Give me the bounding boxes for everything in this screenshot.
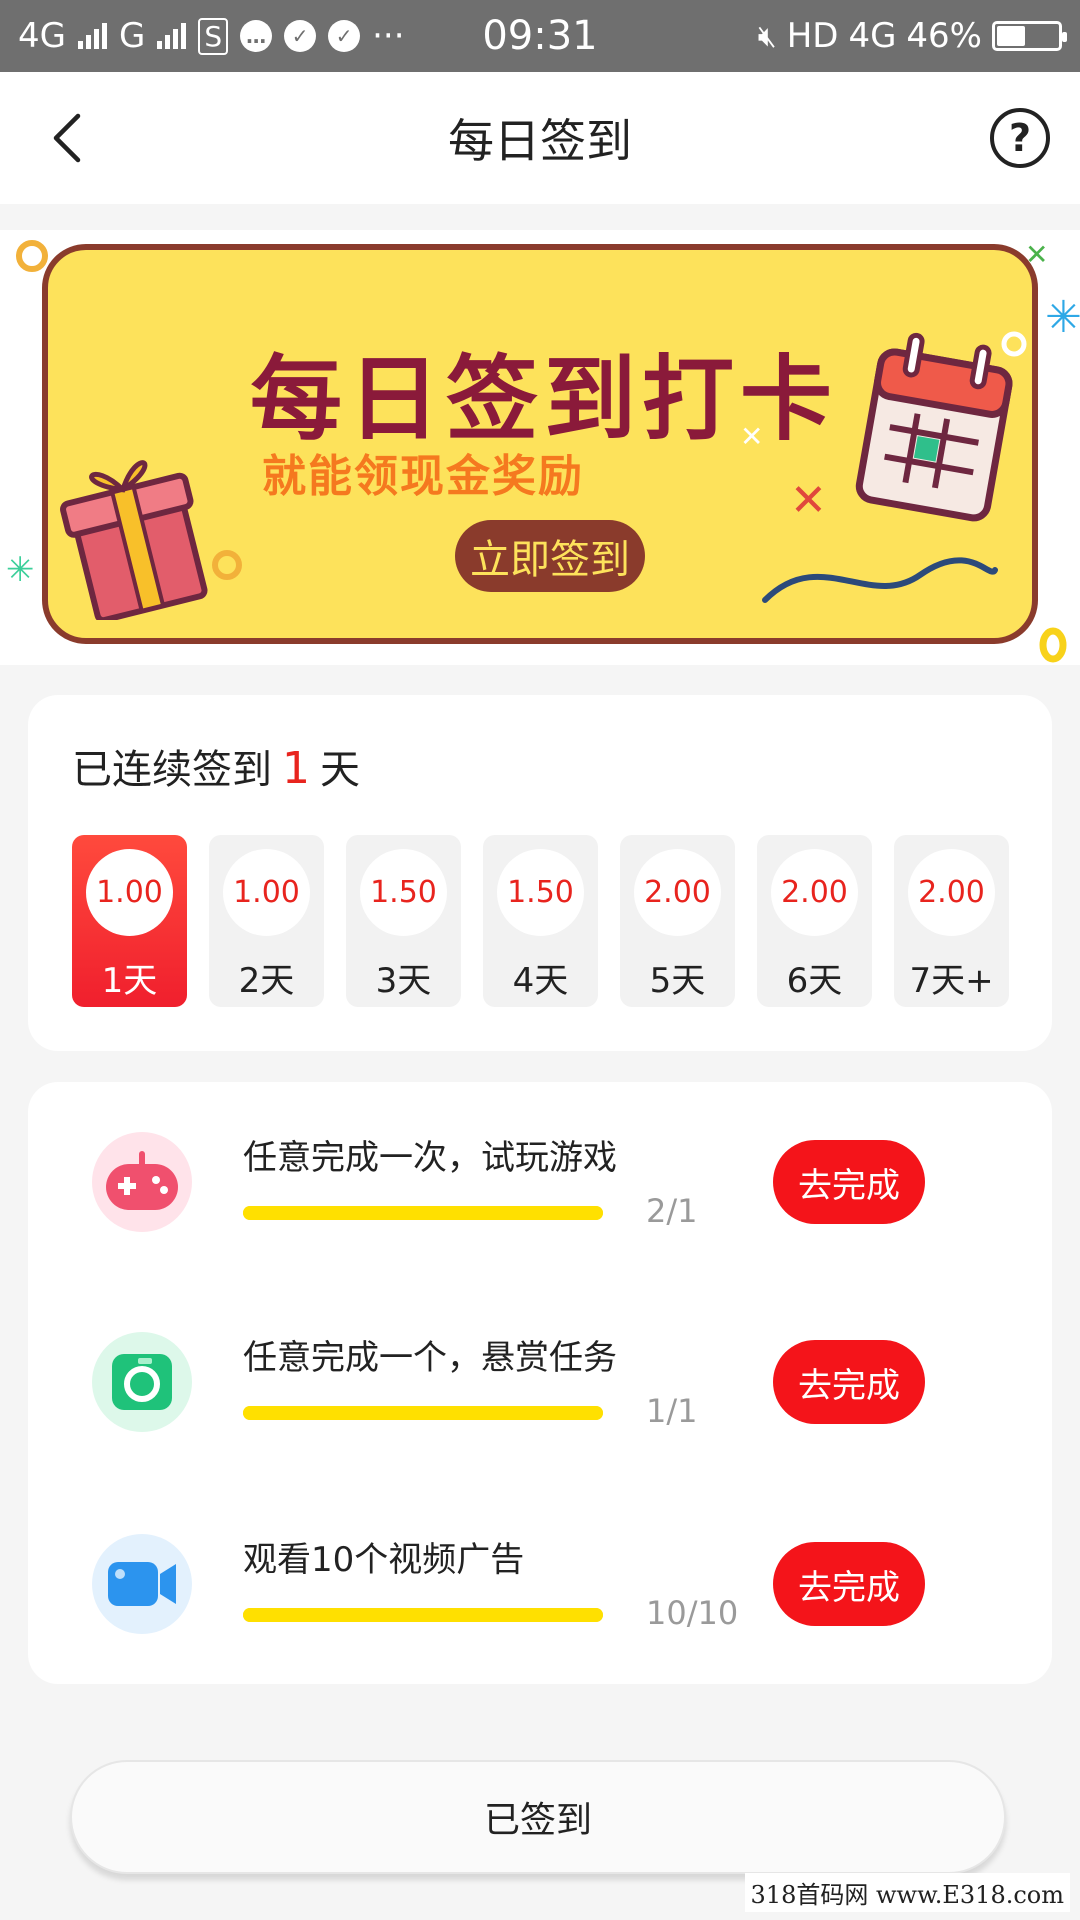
day-label: 3天 bbox=[375, 961, 432, 1001]
cross-decoration: ✕ bbox=[740, 420, 764, 453]
task-progress-bar bbox=[243, 1206, 603, 1220]
reward-amount: 1.50 bbox=[360, 849, 447, 936]
watermark: 318首码网 www.E318.com bbox=[744, 1873, 1070, 1912]
wave-decoration bbox=[762, 557, 998, 603]
video-icon bbox=[92, 1534, 192, 1634]
day-reward-item[interactable]: 1.50 4天 bbox=[483, 835, 598, 1007]
reward-amount: 2.00 bbox=[908, 849, 995, 936]
ring-decoration bbox=[1001, 331, 1027, 357]
task-list-card: 任意完成一次，试玩游戏 2/1 去完成 任意完成一个，悬赏任务 1/1 去完成 … bbox=[28, 1082, 1052, 1684]
task-complete-button[interactable]: 去完成 bbox=[773, 1340, 925, 1424]
signed-button[interactable]: 已签到 bbox=[70, 1760, 1006, 1874]
status-time: 09:31 bbox=[482, 13, 598, 59]
task-row: 任意完成一个，悬赏任务 1/1 去完成 bbox=[28, 1282, 1052, 1482]
streak-title: 已连续签到 1 天 bbox=[72, 737, 360, 795]
day-label: 2天 bbox=[238, 961, 295, 1001]
app-header: 每日签到 ? bbox=[0, 72, 1080, 204]
task-progress-text: 1/1 bbox=[646, 1392, 698, 1430]
streak-prefix: 已连续签到 bbox=[72, 747, 272, 793]
streak-suffix: 天 bbox=[320, 747, 360, 793]
back-arrow-icon[interactable] bbox=[40, 108, 100, 168]
reward-amount: 1.50 bbox=[497, 849, 584, 936]
ring-decoration bbox=[16, 240, 48, 272]
cross-decoration: ✕ bbox=[790, 475, 827, 526]
day-reward-item[interactable]: 2.00 7天+ bbox=[894, 835, 1009, 1007]
cross-decoration: ✕ bbox=[1025, 238, 1049, 271]
task-title: 任意完成一次，试玩游戏 bbox=[243, 1138, 617, 1178]
day-reward-item[interactable]: 2.00 6天 bbox=[757, 835, 872, 1007]
day-reward-item[interactable]: 1.00 1天 bbox=[72, 835, 187, 1007]
day-label: 5天 bbox=[649, 961, 706, 1001]
task-progress-text: 2/1 bbox=[646, 1192, 698, 1230]
calendar-icon bbox=[855, 332, 1013, 522]
reward-amount: 2.00 bbox=[634, 849, 721, 936]
gift-icon bbox=[60, 460, 208, 620]
task-title: 任意完成一个，悬赏任务 bbox=[243, 1338, 617, 1378]
day-reward-item[interactable]: 2.00 5天 bbox=[620, 835, 735, 1007]
day-label: 7天+ bbox=[909, 961, 994, 1001]
day-reward-item[interactable]: 1.00 2天 bbox=[209, 835, 324, 1007]
task-progress-bar bbox=[243, 1608, 603, 1622]
day-reward-item[interactable]: 1.50 3天 bbox=[346, 835, 461, 1007]
progress-fill bbox=[243, 1406, 603, 1420]
task-complete-button[interactable]: 去完成 bbox=[773, 1140, 925, 1224]
day-label: 6天 bbox=[786, 961, 843, 1001]
progress-fill bbox=[243, 1206, 603, 1220]
gamepad-icon bbox=[92, 1132, 192, 1232]
promo-banner[interactable]: 每日签到打卡 就能领现金奖励 立即签到 ✕ ✕ ✕ ✳ ✳ bbox=[0, 230, 1080, 665]
sign-in-card: 已连续签到 1 天 1.00 1天 1.00 2天 1.50 3天 1.50 4天 2.00… bbox=[28, 695, 1052, 1051]
day-label: 1天 bbox=[101, 961, 158, 1001]
banner-sign-button[interactable]: 立即签到 bbox=[455, 520, 645, 592]
task-title: 观看10个视频广告 bbox=[243, 1540, 525, 1580]
help-icon[interactable]: ? bbox=[990, 108, 1050, 168]
ring-decoration bbox=[212, 550, 242, 580]
sparkle-decoration: ✳ bbox=[6, 550, 35, 590]
reward-amount: 2.00 bbox=[771, 849, 858, 936]
reward-amount: 1.00 bbox=[86, 849, 173, 936]
task-complete-button[interactable]: 去完成 bbox=[773, 1542, 925, 1626]
task-progress-bar bbox=[243, 1406, 603, 1420]
page-title: 每日签到 bbox=[448, 114, 632, 168]
task-row: 任意完成一次，试玩游戏 2/1 去完成 bbox=[28, 1082, 1052, 1282]
day-label: 4天 bbox=[512, 961, 569, 1001]
status-bar: 4G G S … ✓ ✓ ··· 09:31 🔇︎ HD 4G 46% bbox=[0, 0, 1080, 72]
task-progress-text: 10/10 bbox=[646, 1594, 739, 1632]
task-row: 观看10个视频广告 10/10 去完成 bbox=[28, 1484, 1052, 1684]
sparkle-decoration: ✳ bbox=[1045, 292, 1080, 343]
day-reward-list: 1.00 1天 1.00 2天 1.50 3天 1.50 4天 2.00 5天 2.00 6… bbox=[72, 835, 1009, 1007]
camera-icon bbox=[92, 1332, 192, 1432]
reward-amount: 1.00 bbox=[223, 849, 310, 936]
progress-fill bbox=[243, 1608, 603, 1622]
ring-decoration bbox=[1039, 627, 1067, 663]
battery-icon bbox=[992, 21, 1067, 51]
battery-fill bbox=[997, 26, 1025, 46]
banner-subtitle: 就能领现金奖励 bbox=[262, 451, 584, 502]
streak-count: 1 bbox=[282, 743, 310, 794]
